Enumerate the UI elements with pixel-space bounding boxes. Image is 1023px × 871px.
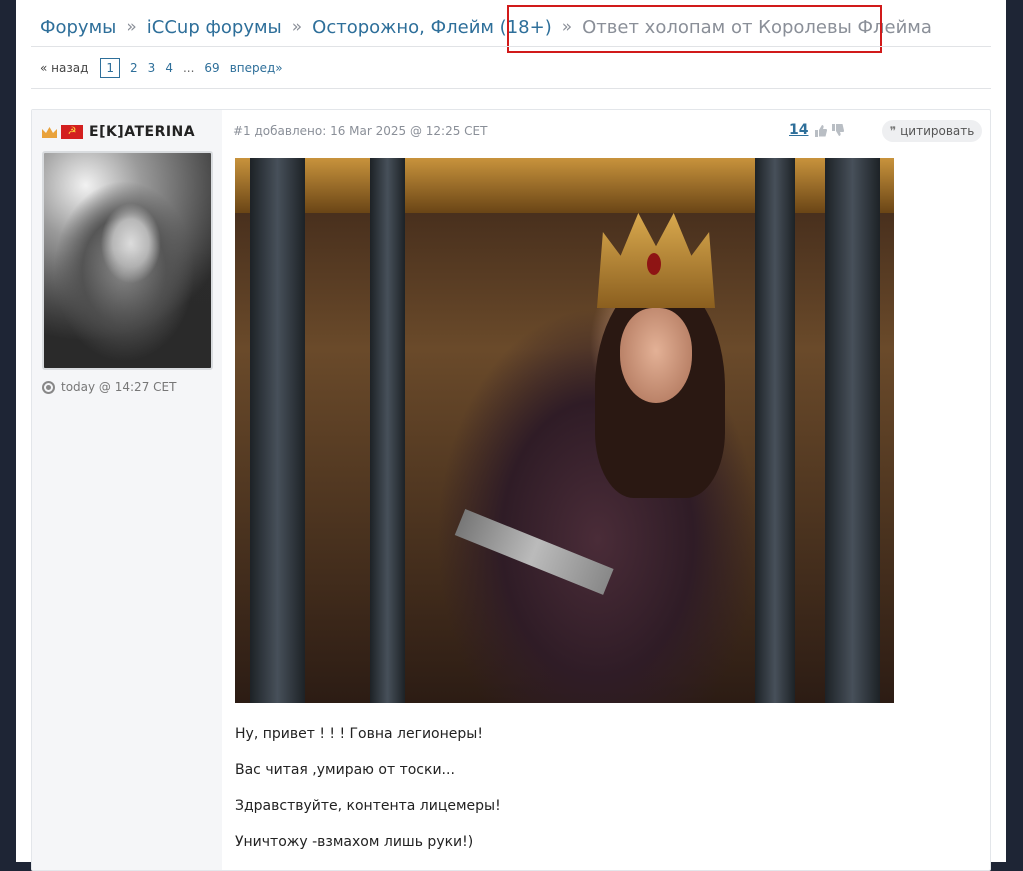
- image-arch-band: [235, 158, 894, 213]
- image-belt: [454, 509, 614, 595]
- image-face: [620, 308, 692, 403]
- rating-count[interactable]: 14: [789, 122, 808, 138]
- post-line: Уничтожу -взмахом лишь руки!): [235, 834, 474, 850]
- post-rating: 14: [789, 122, 848, 138]
- image-pillar: [825, 158, 880, 703]
- forum-page: Форумы » iCCup форумы » Осторожно, Флейм…: [16, 0, 1006, 871]
- divider: [31, 46, 991, 47]
- divider: [31, 88, 991, 89]
- pagination-current-page: 1: [100, 58, 121, 78]
- quote-button[interactable]: ❞ цитировать: [882, 120, 982, 142]
- author-username[interactable]: E[K]ATERINA: [89, 124, 195, 140]
- pagination: « назад 1 2 3 4 ... 69 вперед»: [40, 57, 293, 79]
- avatar[interactable]: [42, 151, 213, 370]
- last-online-time: today @ 14:27 CET: [61, 380, 177, 394]
- image-pillar: [250, 158, 305, 703]
- image-crown-gem: [647, 253, 661, 275]
- post-body: Ну, привет ! ! ! Говна легионеры! Вас чи…: [235, 725, 501, 869]
- breadcrumb-iccup-forums[interactable]: iCCup форумы: [147, 17, 282, 38]
- pagination-page-3[interactable]: 3: [148, 61, 156, 75]
- pagination-prev[interactable]: « назад: [40, 61, 88, 75]
- pagination-page-4[interactable]: 4: [165, 61, 173, 75]
- post-line: Ну, привет ! ! ! Говна легионеры!: [235, 726, 483, 742]
- online-status-icon: [42, 380, 55, 394]
- last-online: today @ 14:27 CET: [42, 380, 176, 394]
- image-pillar: [370, 158, 405, 703]
- pagination-ellipsis: ...: [182, 61, 195, 75]
- ussr-flag-icon: ☭: [61, 125, 83, 139]
- author-row: ☭ E[K]ATERINA: [42, 124, 195, 140]
- pagination-page-2[interactable]: 2: [130, 61, 138, 75]
- breadcrumb-separator: »: [291, 17, 303, 37]
- post-meta: #1 добавлено: 16 Mar 2025 @ 12:25 CET: [233, 124, 488, 138]
- thumbs-down-icon[interactable]: [831, 123, 845, 137]
- post-line: Вас читая ,умираю от тоски...: [235, 762, 455, 778]
- image-pillar: [755, 158, 795, 703]
- forum-post: ☭ E[K]ATERINA today @ 14:27 CET #1 добав…: [31, 109, 991, 871]
- pagination-next[interactable]: вперед»: [230, 61, 283, 75]
- pagination-last-page[interactable]: 69: [204, 61, 219, 75]
- post-line: Здравствуйте, контента лицемеры!: [235, 798, 501, 814]
- quote-label: цитировать: [900, 124, 975, 138]
- crown-icon: [42, 126, 57, 138]
- breadcrumb-separator: »: [126, 17, 137, 37]
- post-image[interactable]: [235, 158, 894, 703]
- avatar-shade: [44, 249, 211, 368]
- breadcrumb-forums[interactable]: Форумы: [40, 17, 116, 38]
- quote-icon: ❞: [889, 124, 897, 138]
- post-author-sidebar: ☭ E[K]ATERINA today @ 14:27 CET: [32, 110, 222, 870]
- thumbs-up-icon[interactable]: [814, 124, 828, 137]
